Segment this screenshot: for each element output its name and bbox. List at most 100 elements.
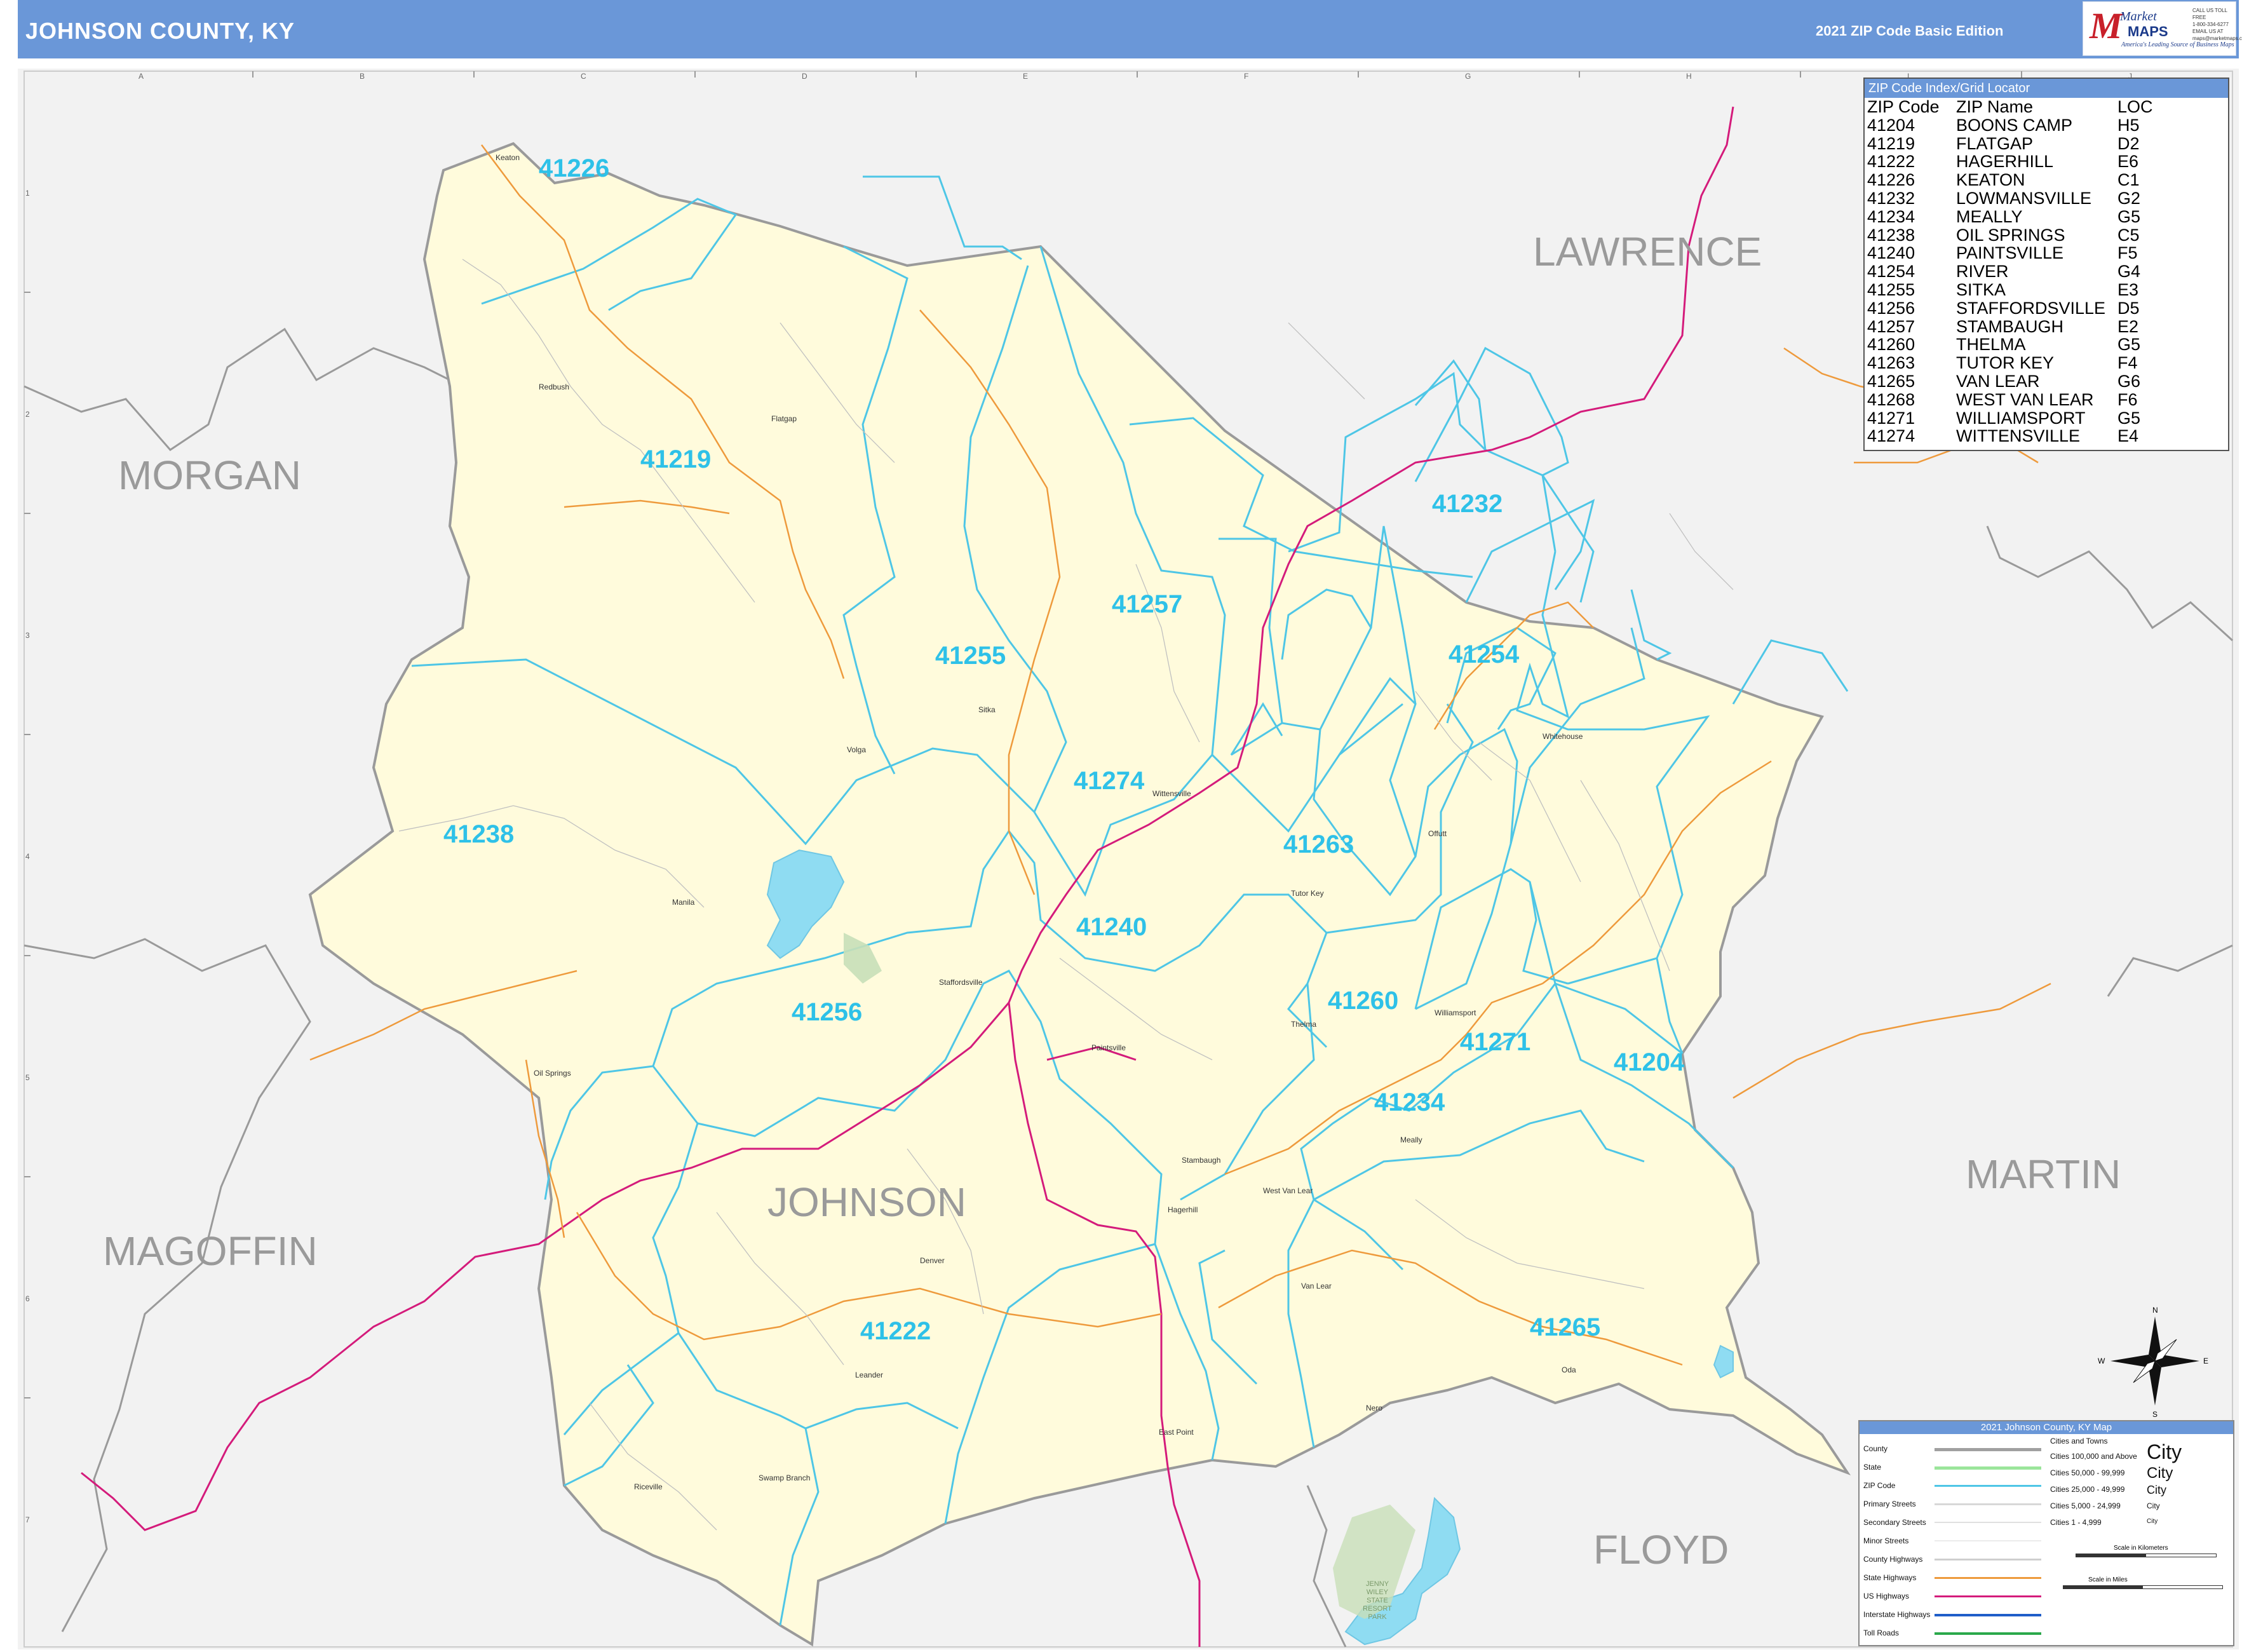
- place-label: Oil Springs: [534, 1069, 571, 1078]
- zip-index-row[interactable]: 41226 KEATON C1: [1865, 171, 2228, 189]
- zip-name: KEATON: [1956, 170, 2025, 190]
- zip-code: 41268: [1867, 389, 1915, 409]
- zip-index-row[interactable]: 41254 RIVER G4: [1865, 262, 2228, 281]
- zip-name: WEST VAN LEAR: [1956, 389, 2094, 409]
- zip-label[interactable]: 41255: [935, 642, 1006, 670]
- zip-index-row[interactable]: 41232 LOWMANSVILLE G2: [1865, 189, 2228, 208]
- logo-contact-line: CALL US TOLL FREE: [2192, 8, 2227, 20]
- zip-label[interactable]: 41263: [1283, 830, 1354, 858]
- zip-label[interactable]: 41226: [539, 154, 609, 182]
- zip-index-row[interactable]: 41222 HAGERHILL E6: [1865, 152, 2228, 171]
- zip-label[interactable]: 41219: [640, 445, 711, 473]
- legend-city-category: Cities 50,000 - 99,999: [2050, 1468, 2125, 1477]
- zip-label[interactable]: 41257: [1112, 590, 1182, 618]
- logo-tagline: America's Leading Source of Business Map…: [2121, 41, 2234, 48]
- zip-index-row[interactable]: 41268 WEST VAN LEAR F6: [1865, 389, 2228, 409]
- zip-label[interactable]: 41265: [1530, 1313, 1600, 1341]
- zip-index-row[interactable]: 41219 FLATGAP D2: [1865, 133, 2228, 153]
- compass-e: E: [2203, 1357, 2208, 1365]
- zip-index-row[interactable]: 41260 THELMA G5: [1865, 335, 2228, 354]
- place-label: Manila: [672, 898, 695, 907]
- zip-loc: G5: [2117, 207, 2141, 226]
- zip-index-row[interactable]: 41238 OIL SPRINGS C5: [1865, 226, 2228, 245]
- legend-city-category: Cities 1 - 4,999: [2050, 1518, 2102, 1527]
- zip-loc: F5: [2117, 243, 2138, 263]
- zip-loc: F4: [2117, 353, 2138, 373]
- zip-label[interactable]: 41274: [1074, 767, 1145, 795]
- place-label: Stambaugh: [1182, 1156, 1220, 1165]
- zip-label[interactable]: 41232: [1432, 490, 1503, 518]
- place-label: Keaton: [496, 153, 520, 162]
- place-label: Riceville: [634, 1482, 663, 1491]
- legend-cities-header: Cities and Towns: [2050, 1437, 2108, 1446]
- zip-index-row[interactable]: 41265 VAN LEAR G6: [1865, 372, 2228, 391]
- zip-code: 41204: [1867, 115, 1915, 135]
- grid-col-label: G: [1465, 72, 1471, 81]
- legend-city-sample: City: [2147, 1501, 2160, 1510]
- zip-label[interactable]: 41271: [1460, 1028, 1530, 1056]
- zip-name: MEALLY: [1956, 207, 2023, 226]
- legend-swatch-interstate: [1935, 1614, 2041, 1616]
- zip-name: LOWMANSVILLE: [1956, 188, 2092, 208]
- zip-loc: D2: [2117, 133, 2140, 153]
- grid-col-label: E: [1023, 72, 1028, 81]
- zip-name: WILLIAMSPORT: [1956, 408, 2086, 428]
- legend-swatch-state: [1935, 1466, 2041, 1470]
- legend-swatch-us-hwy: [1935, 1595, 2041, 1597]
- legend-item-county: County: [1863, 1444, 1888, 1453]
- grid-row-label: 6: [25, 1294, 30, 1303]
- legend-scale-km: Scale in Kilometers: [2114, 1545, 2168, 1552]
- zip-label[interactable]: 41222: [860, 1317, 931, 1345]
- zip-code: 41274: [1867, 426, 1915, 446]
- logo-maps-text: MAPS: [2128, 24, 2168, 39]
- zip-name: FLATGAP: [1956, 133, 2034, 153]
- county-name-johnson: JOHNSON: [767, 1179, 966, 1225]
- zip-label[interactable]: 41234: [1374, 1088, 1445, 1116]
- zip-name: WITTENSVILLE: [1956, 426, 2081, 446]
- zip-loc: C1: [2117, 170, 2140, 190]
- legend-swatch-primary: [1935, 1503, 2041, 1505]
- zip-index-row[interactable]: 41204 BOONS CAMP H5: [1865, 116, 2228, 135]
- zip-label[interactable]: 41254: [1449, 640, 1520, 668]
- map-legend: 2021 Johnson County, KY Map County State…: [1858, 1420, 2234, 1646]
- place-label: Sitka: [978, 705, 996, 714]
- place-label: Williamsport: [1435, 1008, 1476, 1017]
- zip-index-row[interactable]: 41255 SITKA E3: [1865, 281, 2228, 299]
- zip-loc: E4: [2117, 426, 2139, 446]
- zip-loc: G6: [2117, 371, 2141, 391]
- place-label: Tutor Key: [1291, 889, 1324, 898]
- grid-col-label: F: [1244, 72, 1248, 81]
- zip-label[interactable]: 41238: [443, 820, 514, 848]
- place-label: West Van Lear: [1263, 1186, 1313, 1195]
- zip-label[interactable]: 41204: [1614, 1048, 1685, 1076]
- logo-contact-line: EMAIL US AT: [2192, 29, 2224, 34]
- grid-row-label: 3: [25, 631, 30, 640]
- zip-name: STAFFORDSVILLE: [1956, 298, 2106, 318]
- grid-col-label: A: [138, 72, 144, 81]
- zip-index-row[interactable]: 41274 WITTENSVILLE E4: [1865, 427, 2228, 445]
- zip-code: 41238: [1867, 225, 1915, 245]
- county-name-morgan: MORGAN: [118, 452, 301, 498]
- legend-item-interstate: Interstate Highways: [1863, 1610, 1931, 1619]
- zip-name: STAMBAUGH: [1956, 316, 2064, 336]
- legend-item-county-hwy: County Highways: [1863, 1555, 1923, 1564]
- zip-label[interactable]: 41260: [1328, 987, 1398, 1015]
- place-label: Meally: [1400, 1135, 1422, 1144]
- zip-name: HAGERHILL: [1956, 152, 2054, 172]
- zip-index-row[interactable]: 41234 MEALLY G5: [1865, 207, 2228, 226]
- zip-label[interactable]: 41240: [1076, 913, 1147, 941]
- zip-code: 41232: [1867, 188, 1915, 208]
- zip-code: 41240: [1867, 243, 1915, 263]
- zip-index-row[interactable]: 41271 WILLIAMSPORT G5: [1865, 409, 2228, 428]
- zip-index-row[interactable]: 41263 TUTOR KEY F4: [1865, 354, 2228, 372]
- zip-label[interactable]: 41256: [792, 998, 862, 1026]
- grid-row-label: 5: [25, 1073, 30, 1082]
- zip-index-row[interactable]: 41257 STAMBAUGH E2: [1865, 316, 2228, 336]
- zip-code: 41219: [1867, 133, 1915, 153]
- legend-swatch-county-hwy: [1935, 1559, 2041, 1561]
- zip-index-row[interactable]: 41240 PAINTSVILLE F5: [1865, 244, 2228, 262]
- legend-item-minor: Minor Streets: [1863, 1536, 1909, 1545]
- zip-index-row[interactable]: 41256 STAFFORDSVILLE D5: [1865, 299, 2228, 318]
- zip-code: 41260: [1867, 335, 1915, 355]
- logo-contact-line: 1-800-334-6277: [2192, 22, 2229, 27]
